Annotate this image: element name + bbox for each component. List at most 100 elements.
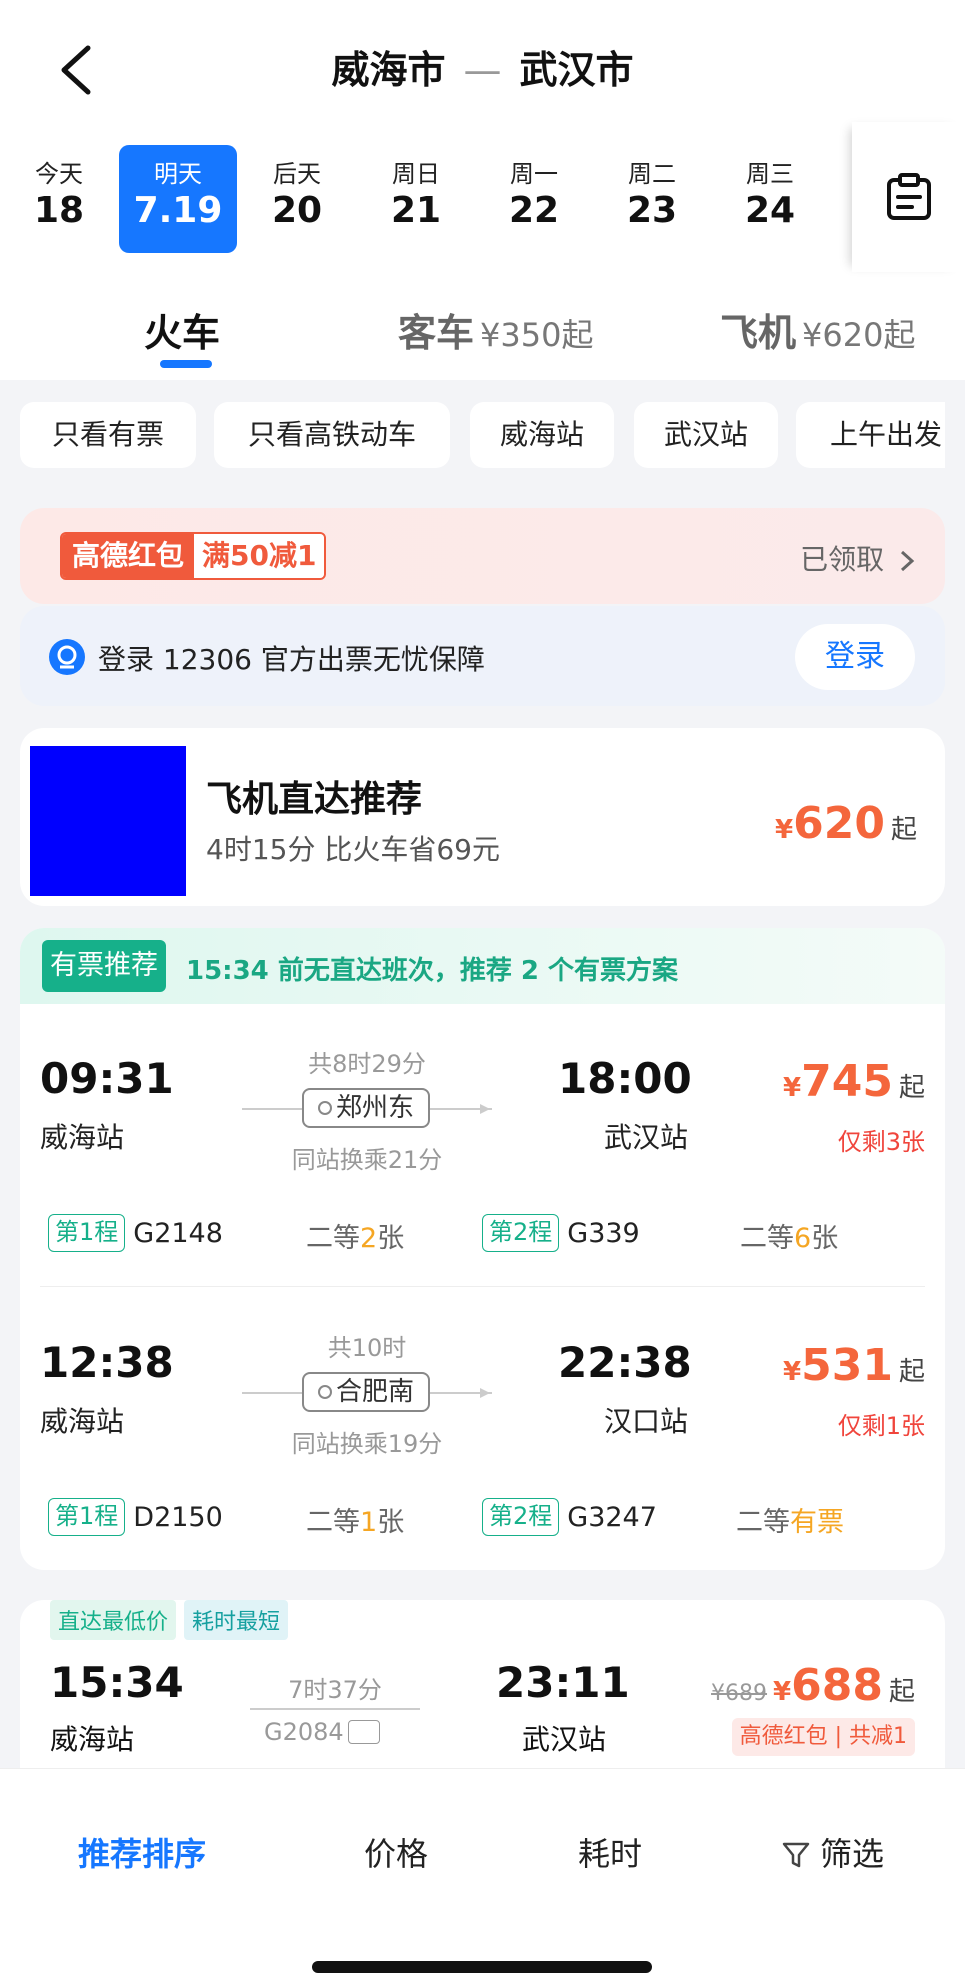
seat-class: 二等	[306, 1507, 360, 1538]
filter-label: 筛选	[820, 1835, 885, 1873]
sort-price[interactable]: 价格	[364, 1829, 428, 1875]
date-item[interactable]: 周三 24	[711, 145, 829, 253]
date-number: 23	[626, 190, 678, 231]
lowest-price-tag: 直达最低价	[50, 1600, 177, 1640]
redpack-discount-badge: 高德红包 | 共减1	[731, 1718, 915, 1756]
transport-tabs: 火车 客车 ¥350起 飞机 ¥620起	[0, 290, 965, 380]
departure-time: 15:34	[50, 1658, 184, 1707]
trip-price: ¥531 起	[783, 1340, 925, 1391]
date-number: 20	[271, 190, 323, 231]
seat-unit: 张	[377, 1507, 405, 1538]
filter-chip[interactable]: 只看高铁动车	[214, 402, 450, 468]
price-value: 688	[791, 1660, 883, 1711]
route-line	[250, 1708, 420, 1710]
seat-count: 1	[360, 1507, 378, 1538]
transfer-station-name: 郑州东	[335, 1093, 414, 1123]
date-label: 后天	[273, 160, 321, 188]
filter-icon	[782, 1842, 810, 1868]
date-number: 7.19	[133, 190, 223, 231]
railway-logo-icon	[49, 639, 85, 675]
arrival-time: 18:00	[558, 1054, 692, 1103]
tab-bus-price: ¥350起	[480, 316, 594, 354]
departure-time: 09:31	[40, 1054, 174, 1103]
currency-symbol: ¥	[773, 1677, 792, 1707]
flight-subtitle: 4时15分 比火车省69元	[206, 833, 500, 866]
arrival-station: 汉口站	[604, 1405, 689, 1438]
tab-bus[interactable]: 客车 ¥350起	[398, 302, 593, 357]
station-dot-icon	[317, 1101, 332, 1115]
bottom-sort-bar: 推荐排序 价格 耗时 筛选	[0, 1768, 965, 1988]
date-item[interactable]: 周日 21	[357, 145, 475, 253]
leg-1-seat: 二等1张	[306, 1500, 404, 1539]
recommend-tag: 有票推荐	[42, 940, 166, 992]
currency-symbol: ¥	[783, 1073, 802, 1103]
currency-symbol: ¥	[783, 1357, 802, 1387]
leg-1: 第1程 D2150	[48, 1496, 223, 1538]
route-arrow	[480, 1104, 490, 1114]
tickets-left: 仅剩1张	[837, 1412, 925, 1440]
calendar-icon	[887, 173, 931, 220]
route-separator: —	[463, 48, 502, 92]
arrival-station: 武汉站	[522, 1723, 607, 1756]
date-label: 周二	[628, 160, 676, 188]
flight-price: ¥620 起	[775, 798, 917, 849]
route-arrow	[480, 1388, 490, 1398]
id-card-icon	[347, 1720, 380, 1744]
date-label: 周三	[746, 160, 794, 188]
trip-option[interactable]: 09:31 威海站 共8时29分 郑州东 同站换乘21分 18:00 武汉站 ¥…	[20, 1004, 945, 1254]
calendar-button[interactable]	[852, 122, 965, 272]
leg-tag: 第2程	[482, 1498, 560, 1536]
redpack-label: 高德红包	[62, 534, 195, 578]
total-duration: 共10时	[327, 1334, 407, 1362]
fastest-tag: 耗时最短	[184, 1600, 289, 1640]
flight-image	[30, 746, 186, 896]
train-number: G3247	[567, 1501, 657, 1533]
date-number: 24	[744, 190, 796, 231]
date-item[interactable]: 周一 22	[475, 145, 593, 253]
filter-chip[interactable]: 威海站	[470, 402, 614, 468]
filter-chip[interactable]: 上午出发	[796, 402, 945, 468]
date-item[interactable]: 今天 18	[0, 145, 118, 253]
redpack-discount: 满50减1	[194, 534, 325, 578]
leg-tag: 第1程	[48, 1498, 126, 1536]
date-item[interactable]: 周二 23	[593, 145, 711, 253]
arrival-station: 武汉站	[604, 1121, 689, 1154]
to-city: 武汉市	[519, 48, 634, 92]
tab-plane[interactable]: 飞机 ¥620起	[720, 302, 915, 357]
train-code: G2084	[264, 1718, 380, 1746]
tab-train-label: 火车	[144, 311, 221, 355]
home-indicator[interactable]	[312, 1961, 652, 1973]
redpack-banner[interactable]: 高德红包 满50减1 已领取	[20, 508, 945, 604]
sort-duration[interactable]: 耗时	[578, 1829, 642, 1875]
transfer-station-name: 合肥南	[335, 1377, 414, 1407]
leg-1: 第1程 G2148	[48, 1212, 223, 1254]
filter-chip[interactable]: 只看有票	[20, 402, 196, 468]
seat-count: 2	[360, 1223, 378, 1254]
seat-count: 有票	[790, 1507, 844, 1538]
trip-price: ¥745 起	[783, 1056, 925, 1107]
leg-tag: 第2程	[482, 1214, 560, 1252]
duration: 7时37分	[288, 1676, 382, 1704]
login-button[interactable]: 登录	[795, 624, 915, 690]
seat-class: 二等	[736, 1507, 790, 1538]
flight-recommend-card[interactable]: 飞机直达推荐 4时15分 比火车省69元 ¥620 起	[20, 728, 945, 906]
date-selector: 今天 18 明天 7.19 后天 20 周日 21 周一 22 周二 23 周三 24	[0, 130, 850, 270]
divider	[40, 1286, 925, 1287]
tab-bus-label: 客车	[398, 311, 475, 355]
filter-chip[interactable]: 武汉站	[634, 402, 778, 468]
transfer-recommend-card: 有票推荐 15:34 前无直达班次，推荐 2 个有票方案 09:31 威海站 共…	[20, 928, 945, 1570]
trip-option[interactable]: 12:38 威海站 共10时 合肥南 同站换乘19分 22:38 汉口站 ¥53…	[20, 1288, 945, 1538]
date-item[interactable]: 后天 20	[238, 145, 356, 253]
currency-symbol: ¥	[775, 815, 794, 845]
leg-tag: 第1程	[48, 1214, 126, 1252]
price-suffix: 起	[898, 1357, 925, 1387]
arrival-time: 23:11	[496, 1658, 630, 1707]
filter-button[interactable]: 筛选	[782, 1829, 884, 1875]
tab-train[interactable]: 火车	[144, 302, 220, 357]
date-number: 18	[33, 190, 85, 231]
price-suffix: 起	[888, 1677, 915, 1707]
sort-recommend[interactable]: 推荐排序	[78, 1829, 206, 1875]
leg-2: 第2程 G339	[482, 1212, 640, 1254]
date-item-selected[interactable]: 明天 7.19	[119, 145, 237, 253]
date-label: 周日	[392, 160, 440, 188]
